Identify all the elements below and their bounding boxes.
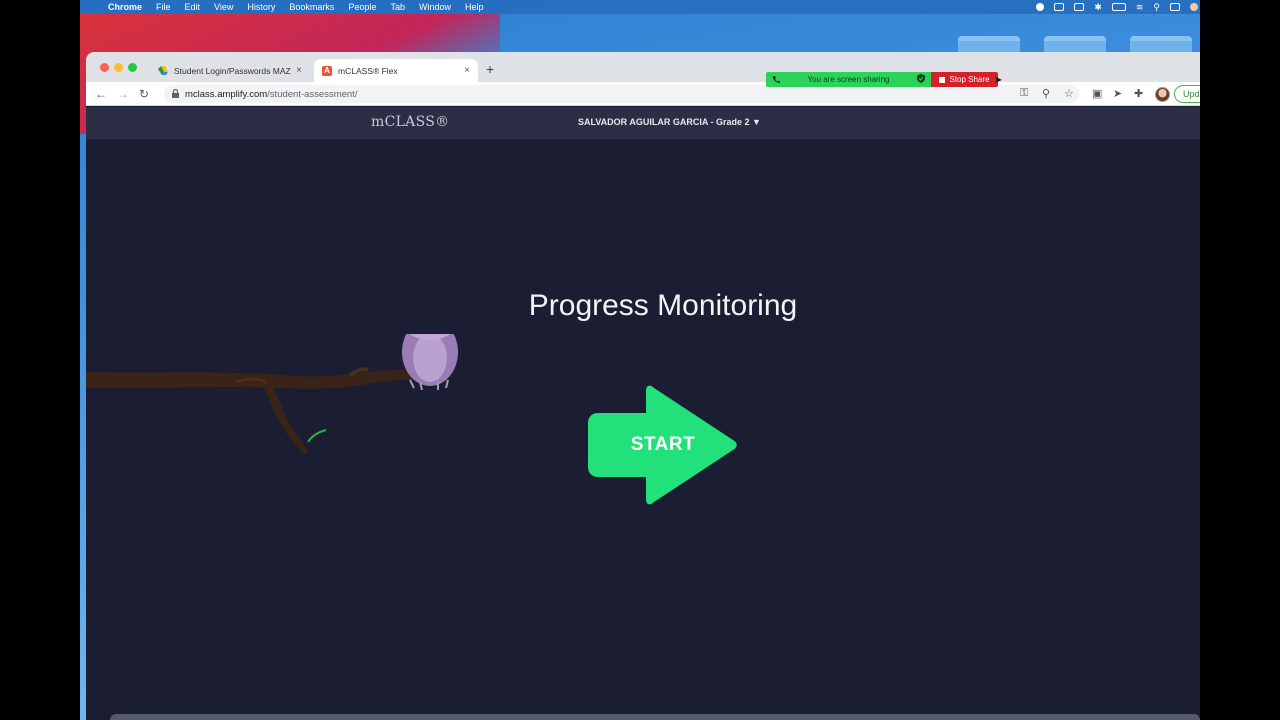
menu-history[interactable]: History [247, 2, 275, 12]
mclass-logo[interactable]: mCLASS® [371, 114, 449, 130]
phone-icon [772, 75, 780, 85]
tab-label: mCLASS® Flex [338, 65, 398, 76]
wifi-icon[interactable]: ≋ [1136, 2, 1144, 13]
menu-file[interactable]: File [156, 2, 171, 12]
menu-app-name[interactable]: Chrome [108, 2, 142, 12]
zoom-icon[interactable]: ⚲ [1042, 87, 1050, 100]
new-tab-button[interactable]: + [486, 61, 494, 77]
update-button[interactable]: Upd [1174, 85, 1200, 103]
page-title: Progress Monitoring [528, 289, 798, 322]
amplify-icon: A [322, 65, 332, 76]
forward-icon[interactable]: → [117, 87, 129, 101]
chrome-window: Student Login/Passwords MAZ × A mCLASS® … [86, 52, 1200, 720]
stop-icon [939, 76, 946, 83]
reload-icon[interactable]: ↻ [139, 87, 149, 101]
menu-tab[interactable]: Tab [390, 2, 405, 12]
screenshot-extension-icon[interactable]: ▣ [1092, 87, 1102, 100]
lock-icon[interactable] [172, 88, 179, 100]
tab-label: Student Login/Passwords MAZ [174, 65, 291, 76]
key-icon[interactable]: ⚿ [1020, 87, 1028, 100]
stop-share-label: Stop Share [949, 75, 990, 84]
branch-illustration [86, 367, 450, 454]
start-label: START [630, 434, 696, 455]
menu-help[interactable]: Help [465, 2, 484, 12]
user-avatar-icon[interactable] [1190, 3, 1198, 11]
spotlight-search-icon[interactable]: ⚲ [1153, 2, 1160, 13]
zoom-window-button[interactable] [128, 63, 137, 72]
control-center-icon[interactable] [1170, 3, 1180, 11]
dock-edge [110, 714, 1200, 720]
assessment-area: Progress Monitoring START [86, 139, 1200, 720]
owl-illustration [402, 334, 458, 391]
close-tab-icon[interactable]: × [464, 65, 470, 76]
tab-mclass-flex[interactable]: A mCLASS® Flex × [314, 59, 478, 82]
battery-icon[interactable] [1111, 3, 1126, 11]
tab-strip: Student Login/Passwords MAZ × A mCLASS® … [86, 52, 1200, 82]
url-path: /student-assessment/ [267, 88, 358, 100]
bluetooth-icon[interactable]: ✱ [1094, 2, 1102, 13]
menu-people[interactable]: People [348, 2, 376, 12]
app-header: mCLASS® SALVADOR AGUILAR GARCIA - Grade … [86, 107, 1200, 139]
menu-view[interactable]: View [214, 2, 233, 12]
mouse-cursor-icon: ➤ [994, 75, 1003, 86]
back-icon[interactable]: ← [95, 87, 107, 101]
start-button[interactable]: START [588, 385, 738, 505]
close-window-button[interactable] [100, 63, 109, 72]
send-extension-icon[interactable]: ➤ [1113, 87, 1122, 100]
bookmark-star-icon[interactable]: ☆ [1064, 87, 1074, 100]
minimize-window-button[interactable] [114, 63, 123, 72]
url-domain: mclass.amplify.com [185, 88, 268, 100]
stop-share-button[interactable]: Stop Share [931, 72, 998, 87]
student-selector[interactable]: SALVADOR AGUILAR GARCIA - Grade 2 ▼ [578, 117, 761, 127]
extensions-puzzle-icon[interactable]: ✚ [1134, 87, 1143, 100]
menubar-status-area: ✱ ≋ ⚲ [1036, 0, 1200, 14]
browser-toolbar: ← → ↻ mclass.amplify.com/student-assessm… [86, 82, 1200, 106]
mac-menubar: Chrome File Edit View History Bookmarks … [80, 0, 1200, 14]
screen-share-status-text: You are screen sharing [807, 75, 890, 84]
record-icon[interactable] [1036, 3, 1045, 11]
zoom-icon[interactable] [1054, 3, 1065, 11]
tab-student-login[interactable]: Student Login/Passwords MAZ × [150, 59, 310, 82]
desktop: Chrome File Edit View History Bookmarks … [80, 0, 1200, 720]
address-bar[interactable]: mclass.amplify.com/student-assessment/ [164, 85, 1079, 103]
menu-edit[interactable]: Edit [185, 2, 201, 12]
menu-window[interactable]: Window [419, 2, 451, 12]
screen-share-status[interactable]: You are screen sharing [766, 72, 931, 87]
screen-share-bar: You are screen sharing Stop Share [766, 72, 998, 87]
menu-bookmarks[interactable]: Bookmarks [289, 2, 334, 12]
google-drive-icon [158, 66, 168, 76]
close-tab-icon[interactable]: × [296, 65, 302, 76]
shield-check-icon [916, 74, 925, 85]
owl-on-branch-illustration [86, 334, 458, 454]
keyboard-icon[interactable] [1074, 3, 1085, 11]
profile-avatar[interactable] [1155, 87, 1170, 102]
